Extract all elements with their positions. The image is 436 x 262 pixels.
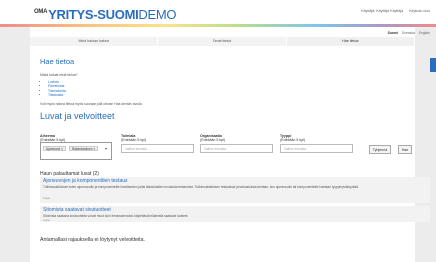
main-tabs: Minä haluan hakea Omat tiedot Hae tietoa bbox=[30, 37, 415, 46]
site-header: OMAYRITYS-SUOMIDEMO Käyttäjä: Käyttäjä K… bbox=[0, 0, 436, 27]
language-switcher: Suomi Svenska English bbox=[385, 31, 430, 35]
lang-english[interactable]: English bbox=[419, 31, 430, 35]
list-item[interactable]: Tilastoista bbox=[48, 93, 66, 97]
logo-prefix: OMA bbox=[34, 9, 48, 15]
chevron-down-icon[interactable]: ▾ bbox=[105, 146, 107, 151]
logo-main: YRITYS-SUOMI bbox=[48, 7, 139, 22]
search-button[interactable]: Hae bbox=[398, 145, 412, 154]
no-results-message: Antamallasi rajauksella ei löytynyt velv… bbox=[40, 237, 145, 243]
logout-link[interactable]: Kirjaudu ulos bbox=[409, 9, 430, 13]
result-description: Tutkimuslaitoksen tulee ajoneuvoille ja … bbox=[43, 185, 359, 189]
result-link[interactable]: Ajoneuvojen ja komponenttien testaus bbox=[43, 178, 128, 184]
chip-label: Ajoneuvot bbox=[46, 147, 61, 151]
chip-ajoneuvot[interactable]: Ajoneuvot × bbox=[43, 146, 66, 151]
field-label-aiheema: Aiheema (Enintään 5 kpl) bbox=[40, 134, 65, 142]
tyyppi-input[interactable]: Valitse toimiala bbox=[280, 144, 353, 153]
result-link[interactable]: Sitomista saatavat sivutuotteet bbox=[43, 207, 111, 213]
page-title: Hae tietoa bbox=[40, 57, 75, 66]
tab-mina-haluan[interactable]: Minä haluan hakea bbox=[30, 37, 159, 46]
field-hint: (Enintään 5 kpl) bbox=[200, 138, 226, 142]
field-label-toimiala: Toimiala (Enintään 5 kpl) bbox=[121, 134, 146, 142]
field-label-organisaatio: Organisaatio (Enintään 5 kpl) bbox=[200, 134, 225, 142]
lang-suomi[interactable]: Suomi bbox=[388, 31, 398, 35]
organisaatio-input[interactable]: Valitse toimiala bbox=[200, 144, 273, 153]
field-hint: (Enintään 5 kpl) bbox=[280, 138, 306, 142]
logo-suffix: DEMO bbox=[138, 7, 177, 22]
hae-note: Voit myös hakea tietoa myös suoraan yllä… bbox=[40, 102, 143, 106]
chip-label: Rakentaminen bbox=[72, 147, 93, 151]
lang-svenska[interactable]: Svenska bbox=[402, 31, 415, 35]
result-item: Sitomista saatavat sivutuotteet Sitomist… bbox=[40, 206, 430, 222]
site-logo[interactable]: OMAYRITYS-SUOMIDEMO bbox=[34, 7, 177, 22]
header-links: Käyttäjä: Käyttäjä Käyttäjä Kirjaudu ulo… bbox=[356, 9, 430, 13]
tab-omat-tiedot[interactable]: Omat tiedot bbox=[158, 37, 287, 46]
tab-hae-tietoa[interactable]: Hae tietoa bbox=[286, 37, 415, 46]
feedback-side-tab[interactable] bbox=[430, 58, 436, 72]
chip-rakentaminen[interactable]: Rakentaminen × bbox=[69, 146, 99, 151]
result-type-tag: Lupa bbox=[43, 196, 50, 200]
hae-topic-list: Luvista Palveluista Toimialoista Tilasto… bbox=[48, 80, 66, 98]
field-label-tyyppi: Tyyppi (Enintään 5 kpl) bbox=[280, 134, 305, 142]
aiheema-multiselect[interactable]: Ajoneuvot × Rakentaminen × ▾ bbox=[40, 142, 112, 160]
result-description: Sitomista saatavia sivutuotteita voivat … bbox=[43, 214, 189, 218]
result-type-tag: Lupa bbox=[43, 218, 50, 222]
result-item: Ajoneuvojen ja komponenttien testaus Tut… bbox=[40, 177, 430, 203]
section-title-luvat: Luvat ja velvoitteet bbox=[40, 111, 115, 121]
toimiala-input[interactable]: Valitse toimiala bbox=[121, 144, 194, 153]
hae-intro: Mistä haluat etsiä tietoa? bbox=[40, 73, 78, 77]
clear-button[interactable]: Tyhjennä bbox=[369, 145, 391, 154]
user-link[interactable]: Käyttäjä: Käyttäjä Käyttäjä bbox=[361, 9, 403, 13]
field-hint: (Enintään 5 kpl) bbox=[121, 138, 147, 142]
